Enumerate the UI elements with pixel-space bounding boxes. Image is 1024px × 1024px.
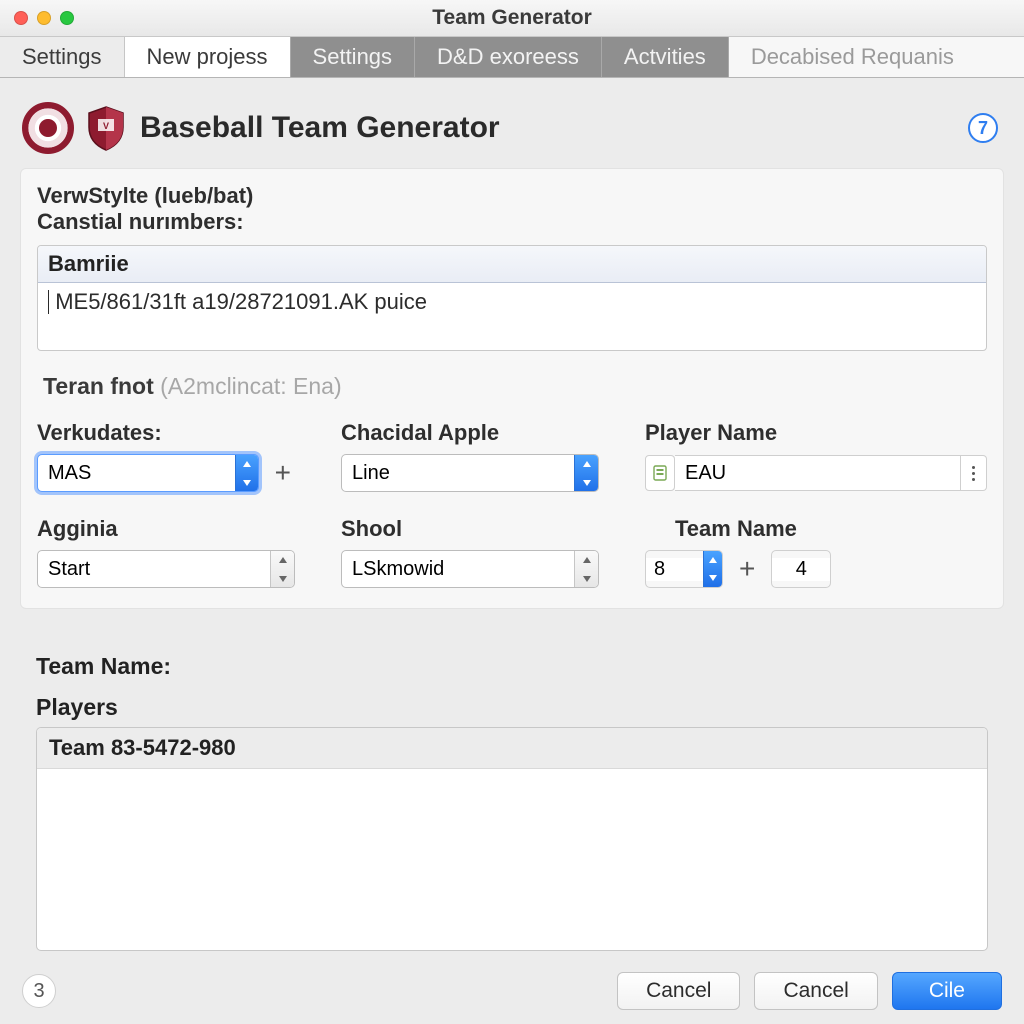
page-header: V Baseball Team Generator 7: [0, 78, 1024, 168]
chevron-down-icon[interactable]: [236, 473, 258, 492]
footer-bar: 3 Cancel Cancel Cile: [0, 958, 1024, 1024]
cancel-button-1[interactable]: Cancel: [617, 972, 740, 1010]
titlebar: Team Generator: [0, 0, 1024, 37]
field-chacidal: Chacidal Apple: [341, 420, 599, 492]
team-shield-icon: V: [86, 105, 126, 151]
window-title: Team Generator: [0, 6, 1024, 30]
id-textbox[interactable]: Bamriie ME5/861/31ft a19/28721091.AK pui…: [37, 245, 987, 351]
chevron-up-icon[interactable]: [236, 454, 258, 473]
svg-text:V: V: [103, 121, 109, 131]
tab-settings[interactable]: Settings: [291, 37, 416, 77]
help-badge[interactable]: 7: [968, 113, 998, 143]
team-num1-stepper[interactable]: [703, 551, 722, 587]
verkudates-plus[interactable]: +: [271, 457, 295, 489]
team-num2-box[interactable]: [771, 550, 831, 588]
tab-dd-express[interactable]: D&D exoreess: [415, 37, 602, 77]
shool-combo[interactable]: [341, 550, 599, 588]
team-name-label: Team Name:: [36, 653, 988, 680]
chacidal-label: Chacidal Apple: [341, 420, 599, 446]
tab-side-settings[interactable]: Settings: [0, 37, 125, 77]
player-name-row: [645, 454, 987, 492]
chevron-up-icon[interactable]: [271, 550, 294, 569]
tab-bar: Settings New projess Settings D&D exoree…: [0, 37, 1024, 78]
agginia-label: Agginia: [37, 516, 295, 542]
player-name-label: Player Name: [645, 420, 987, 446]
numbers-label: Canstial nurımbers:: [37, 209, 987, 235]
chevron-up-icon[interactable]: [575, 550, 598, 569]
team-num2-input[interactable]: [772, 558, 830, 581]
player-name-input[interactable]: [675, 455, 961, 491]
shool-input[interactable]: [342, 551, 574, 587]
cancel-button-2[interactable]: Cancel: [754, 972, 877, 1010]
chacidal-stepper[interactable]: [574, 454, 598, 492]
id-textbox-body[interactable]: ME5/861/31ft a19/28721091.AK puice: [38, 283, 986, 321]
verkudates-combo[interactable]: [37, 454, 259, 492]
teran-title: Teran fnot: [43, 373, 154, 399]
players-label: Players: [36, 694, 988, 721]
player-name-menu-icon[interactable]: [961, 455, 987, 491]
form-grid: Verkudates: + Chacidal Apple: [37, 420, 987, 588]
shool-stepper[interactable]: [574, 550, 598, 588]
tab-decabised[interactable]: Decabised Requanis: [729, 37, 1024, 77]
players-listbox[interactable]: Team 83-5472-980: [36, 727, 988, 951]
field-shool: Shool: [341, 516, 599, 588]
text-cursor: [48, 290, 49, 314]
field-verkudates: Verkudates: +: [37, 420, 295, 492]
chacidal-combo[interactable]: [341, 454, 599, 492]
field-team-name: Team Name +: [645, 516, 987, 588]
chevron-down-icon[interactable]: [575, 569, 598, 588]
step-badge: 3: [22, 974, 56, 1008]
teran-section-heading: Teran fnot (A2mclincat: Ena): [43, 373, 987, 400]
teran-hint: (A2mclincat: Ena): [160, 373, 342, 399]
field-player-name: Player Name: [645, 420, 987, 492]
chevron-down-icon[interactable]: [575, 473, 598, 492]
players-list-row[interactable]: Team 83-5472-980: [37, 728, 987, 769]
chevron-up-icon[interactable]: [704, 551, 722, 569]
agginia-input[interactable]: [38, 551, 270, 587]
verkudates-label: Verkudates:: [37, 420, 295, 446]
shool-label: Shool: [341, 516, 599, 542]
team-name-field-label: Team Name: [645, 516, 987, 542]
team-num1-box[interactable]: [645, 550, 723, 588]
tab-activities[interactable]: Actvities: [602, 37, 729, 77]
chevron-down-icon[interactable]: [271, 569, 294, 588]
team-plus[interactable]: +: [735, 553, 759, 585]
primary-button[interactable]: Cile: [892, 972, 1002, 1010]
id-textbox-header: Bamriie: [38, 246, 986, 283]
style-label: VerwStylte (lueb/bat): [37, 183, 987, 209]
chacidal-input[interactable]: [342, 455, 574, 491]
verkudates-input[interactable]: [38, 455, 235, 491]
player-card-icon[interactable]: [645, 455, 675, 491]
team-num1-input[interactable]: [646, 558, 703, 581]
lower-section: Team Name: Players Team 83-5472-980: [20, 609, 1004, 951]
id-textbox-value: ME5/861/31ft a19/28721091.AK puice: [55, 289, 427, 315]
agginia-stepper[interactable]: [270, 550, 294, 588]
field-agginia: Agginia: [37, 516, 295, 588]
verkudates-stepper[interactable]: [235, 454, 258, 492]
page-title: Baseball Team Generator: [140, 111, 500, 145]
chevron-up-icon[interactable]: [575, 454, 598, 473]
main-panel: VerwStylte (lueb/bat) Canstial nurımbers…: [20, 168, 1004, 609]
team-crest-icon: [22, 102, 74, 154]
agginia-combo[interactable]: [37, 550, 295, 588]
tab-new-project[interactable]: New projess: [125, 37, 291, 77]
chevron-down-icon[interactable]: [704, 569, 722, 587]
